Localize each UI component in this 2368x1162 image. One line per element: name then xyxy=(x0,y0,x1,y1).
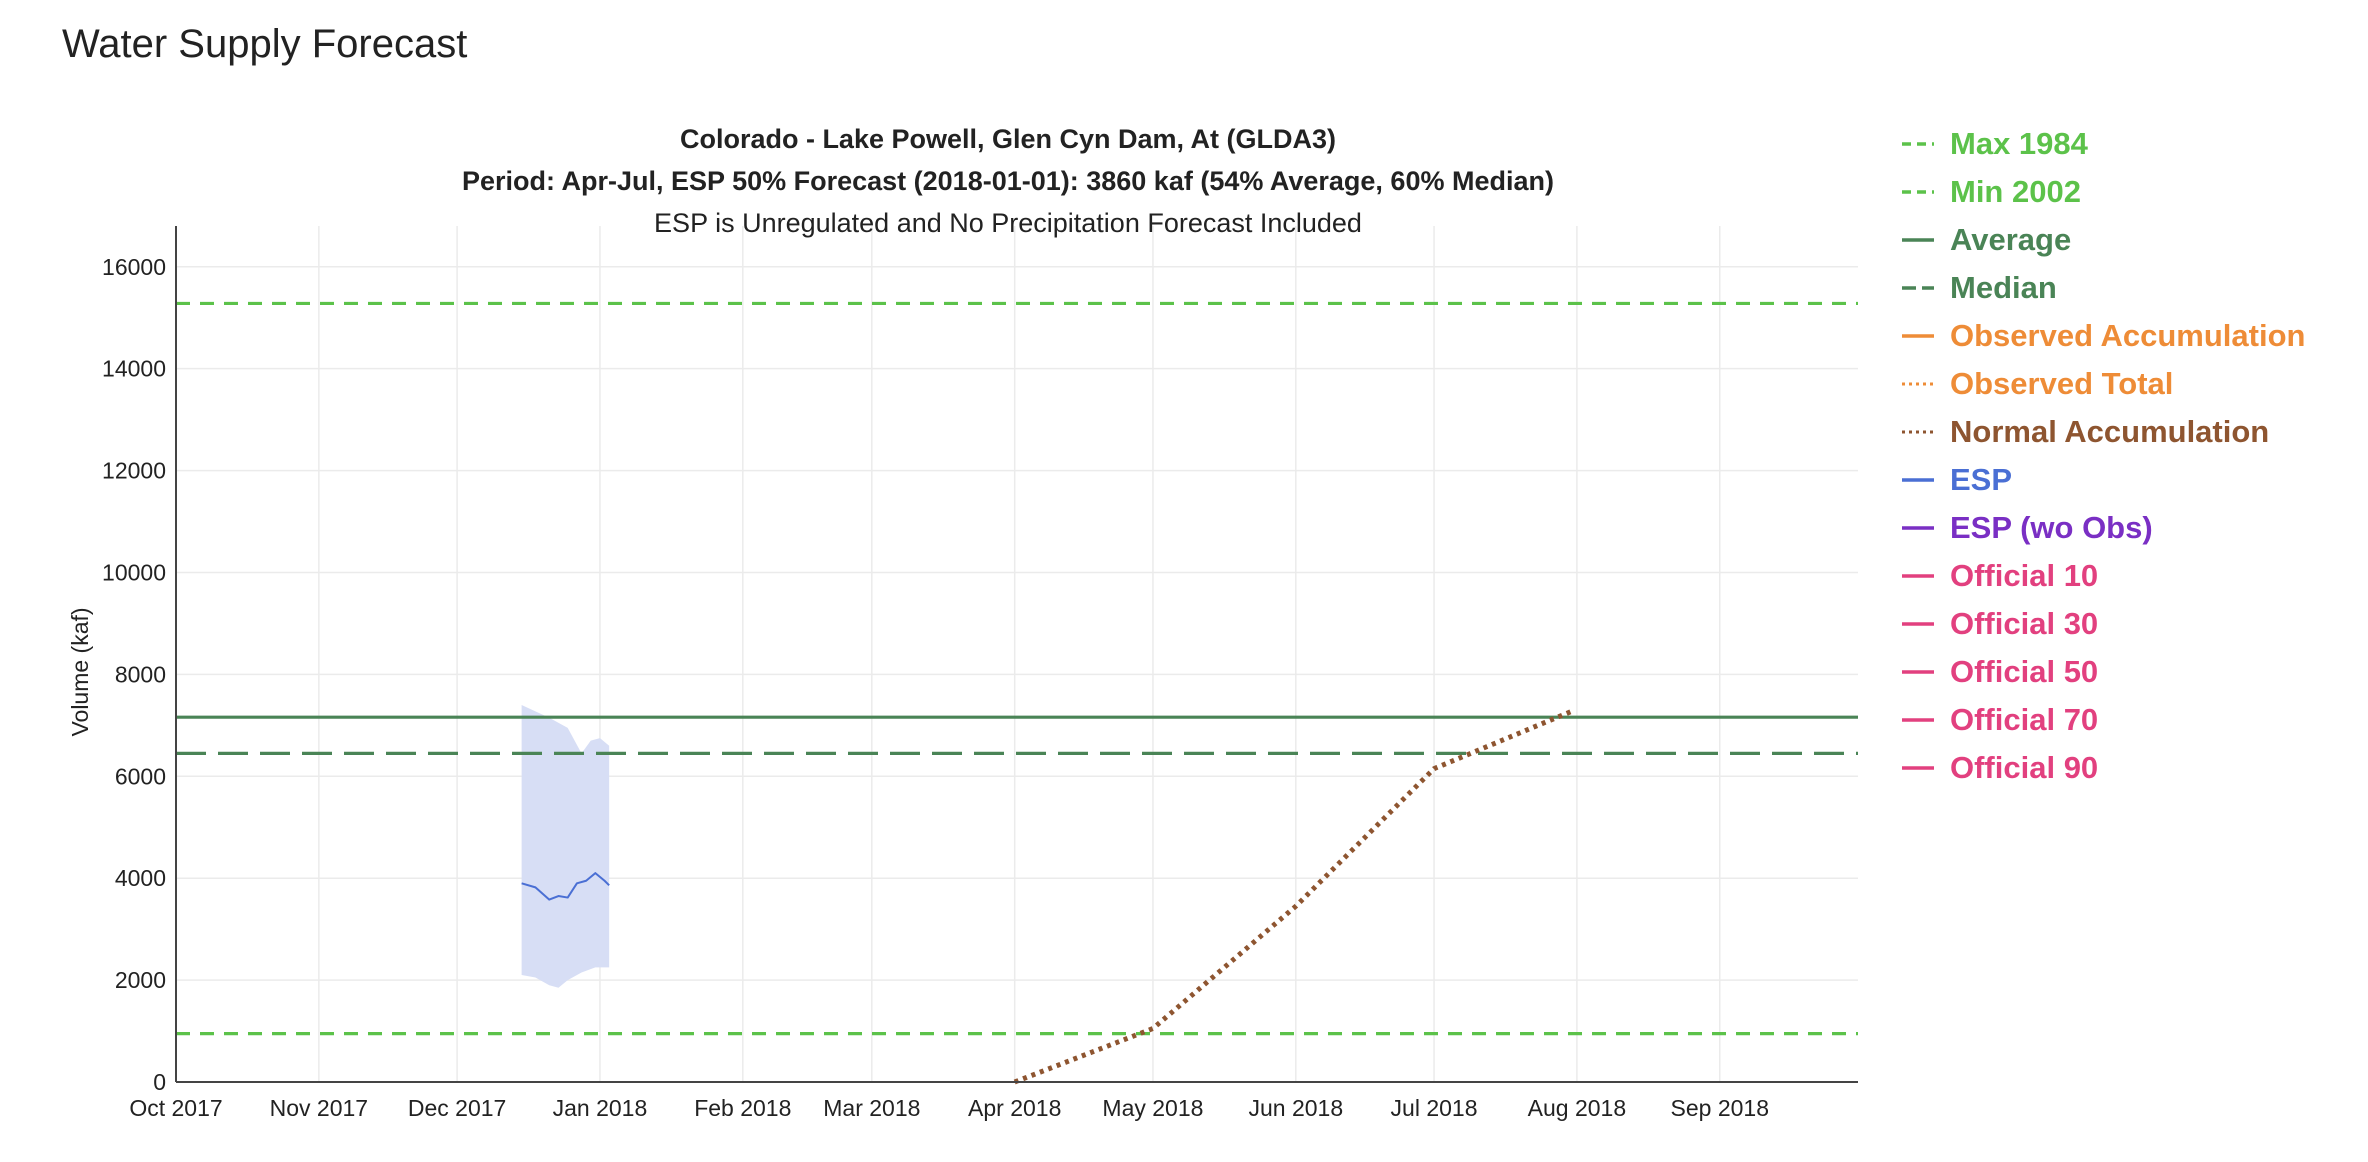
legend-item-average[interactable]: Average xyxy=(1900,216,2305,264)
esp-band xyxy=(521,704,610,988)
legend-item-esp-wo-obs[interactable]: ESP (wo Obs) xyxy=(1900,504,2305,552)
legend-swatch xyxy=(1902,478,1934,482)
legend-swatch xyxy=(1902,382,1934,386)
x-tick-label: Jan 2018 xyxy=(553,1095,648,1121)
legend-item-max-1984[interactable]: Max 1984 xyxy=(1900,120,2305,168)
chart: 0 2000 4000 6000 8000 10000 12000 14000 16000 Oct… xyxy=(67,124,1858,1121)
legend-item-observed-accumulation[interactable]: Observed Accumulation xyxy=(1900,312,2305,360)
chart-subtitle: Period: Apr-Jul, ESP 50% Forecast (2018-… xyxy=(462,166,1554,196)
legend-label: Official 90 xyxy=(1950,750,2099,785)
axes xyxy=(175,226,1858,1083)
legend-swatch xyxy=(1902,622,1934,626)
legend-label: Observed Accumulation xyxy=(1950,318,2306,353)
y-tick-label: 12000 xyxy=(102,458,166,484)
legend-label: Normal Accumulation xyxy=(1950,414,2270,449)
x-tick-label: Jul 2018 xyxy=(1391,1095,1478,1121)
y-tick-label: 8000 xyxy=(115,661,166,687)
legend-label: Official 10 xyxy=(1950,558,2099,593)
legend-item-min-2002[interactable]: Min 2002 xyxy=(1900,168,2305,216)
legend-swatch xyxy=(1902,190,1934,194)
legend-item-esp[interactable]: ESP xyxy=(1900,456,2305,504)
legend-item-official-30[interactable]: Official 30 xyxy=(1900,600,2305,648)
legend-item-normal-accumulation[interactable]: Normal Accumulation xyxy=(1900,408,2305,456)
x-tick-label: Dec 2017 xyxy=(408,1095,506,1121)
esp-range-band xyxy=(521,704,610,988)
legend-swatch xyxy=(1902,334,1934,338)
legend-label: Observed Total xyxy=(1950,366,2174,401)
grid-lines xyxy=(176,226,1858,1082)
series-normal-accumulation xyxy=(1013,708,1574,1085)
legend-item-official-10[interactable]: Official 10 xyxy=(1900,552,2305,600)
legend-label: Official 30 xyxy=(1950,606,2099,641)
legend-swatch xyxy=(1902,142,1934,146)
y-tick-label: 10000 xyxy=(102,559,166,585)
legend-item-official-90[interactable]: Official 90 xyxy=(1900,744,2305,792)
chart-note: ESP is Unregulated and No Precipitation … xyxy=(654,208,1362,238)
legend-swatch xyxy=(1902,430,1934,434)
x-tick-label: May 2018 xyxy=(1102,1095,1203,1121)
legend-label: Official 50 xyxy=(1950,654,2099,689)
legend-label: ESP (wo Obs) xyxy=(1950,510,2153,545)
chart-title: Colorado - Lake Powell, Glen Cyn Dam, At… xyxy=(680,124,1336,154)
x-tick-label: Feb 2018 xyxy=(694,1095,791,1121)
legend-label: Official 70 xyxy=(1950,702,2099,737)
legend-label: Median xyxy=(1950,270,2057,305)
y-tick-label: 6000 xyxy=(115,763,166,789)
legend-label: ESP xyxy=(1950,462,2013,497)
legend-label: Max 1984 xyxy=(1950,126,2088,161)
x-tick-label: Sep 2018 xyxy=(1671,1095,1769,1121)
y-tick-label: 16000 xyxy=(102,254,166,280)
legend-swatch xyxy=(1902,526,1934,530)
x-tick-label: Mar 2018 xyxy=(823,1095,920,1121)
legend-item-official-50[interactable]: Official 50 xyxy=(1900,648,2305,696)
legend: Max 1984 Min 2002 Average Median Observed Ac… xyxy=(1900,120,2305,792)
legend-item-median[interactable]: Median xyxy=(1900,264,2305,312)
x-tick-label: Apr 2018 xyxy=(968,1095,1061,1121)
legend-swatch xyxy=(1902,574,1934,578)
legend-swatch xyxy=(1902,670,1934,674)
x-tick-label: Jun 2018 xyxy=(1248,1095,1343,1121)
legend-swatch xyxy=(1902,718,1934,722)
legend-swatch xyxy=(1902,238,1934,242)
x-tick-label: Oct 2017 xyxy=(129,1095,222,1121)
legend-swatch xyxy=(1902,286,1934,290)
y-tick-label: 0 xyxy=(153,1069,166,1095)
series-lines xyxy=(176,301,1858,1085)
legend-swatch xyxy=(1902,766,1934,770)
x-tick-label: Nov 2017 xyxy=(270,1095,368,1121)
y-tick-label: 14000 xyxy=(102,356,166,382)
x-tick-label: Aug 2018 xyxy=(1528,1095,1626,1121)
legend-item-official-70[interactable]: Official 70 xyxy=(1900,696,2305,744)
y-tick-label: 2000 xyxy=(115,967,166,993)
legend-label: Average xyxy=(1950,222,2072,257)
y-tick-label: 4000 xyxy=(115,865,166,891)
legend-item-observed-total[interactable]: Observed Total xyxy=(1900,360,2305,408)
y-axis-label: Volume (kaf) xyxy=(67,607,93,736)
tick-labels: 0 2000 4000 6000 8000 10000 12000 14000 16000 Oct… xyxy=(102,254,1769,1121)
legend-label: Min 2002 xyxy=(1950,174,2081,209)
